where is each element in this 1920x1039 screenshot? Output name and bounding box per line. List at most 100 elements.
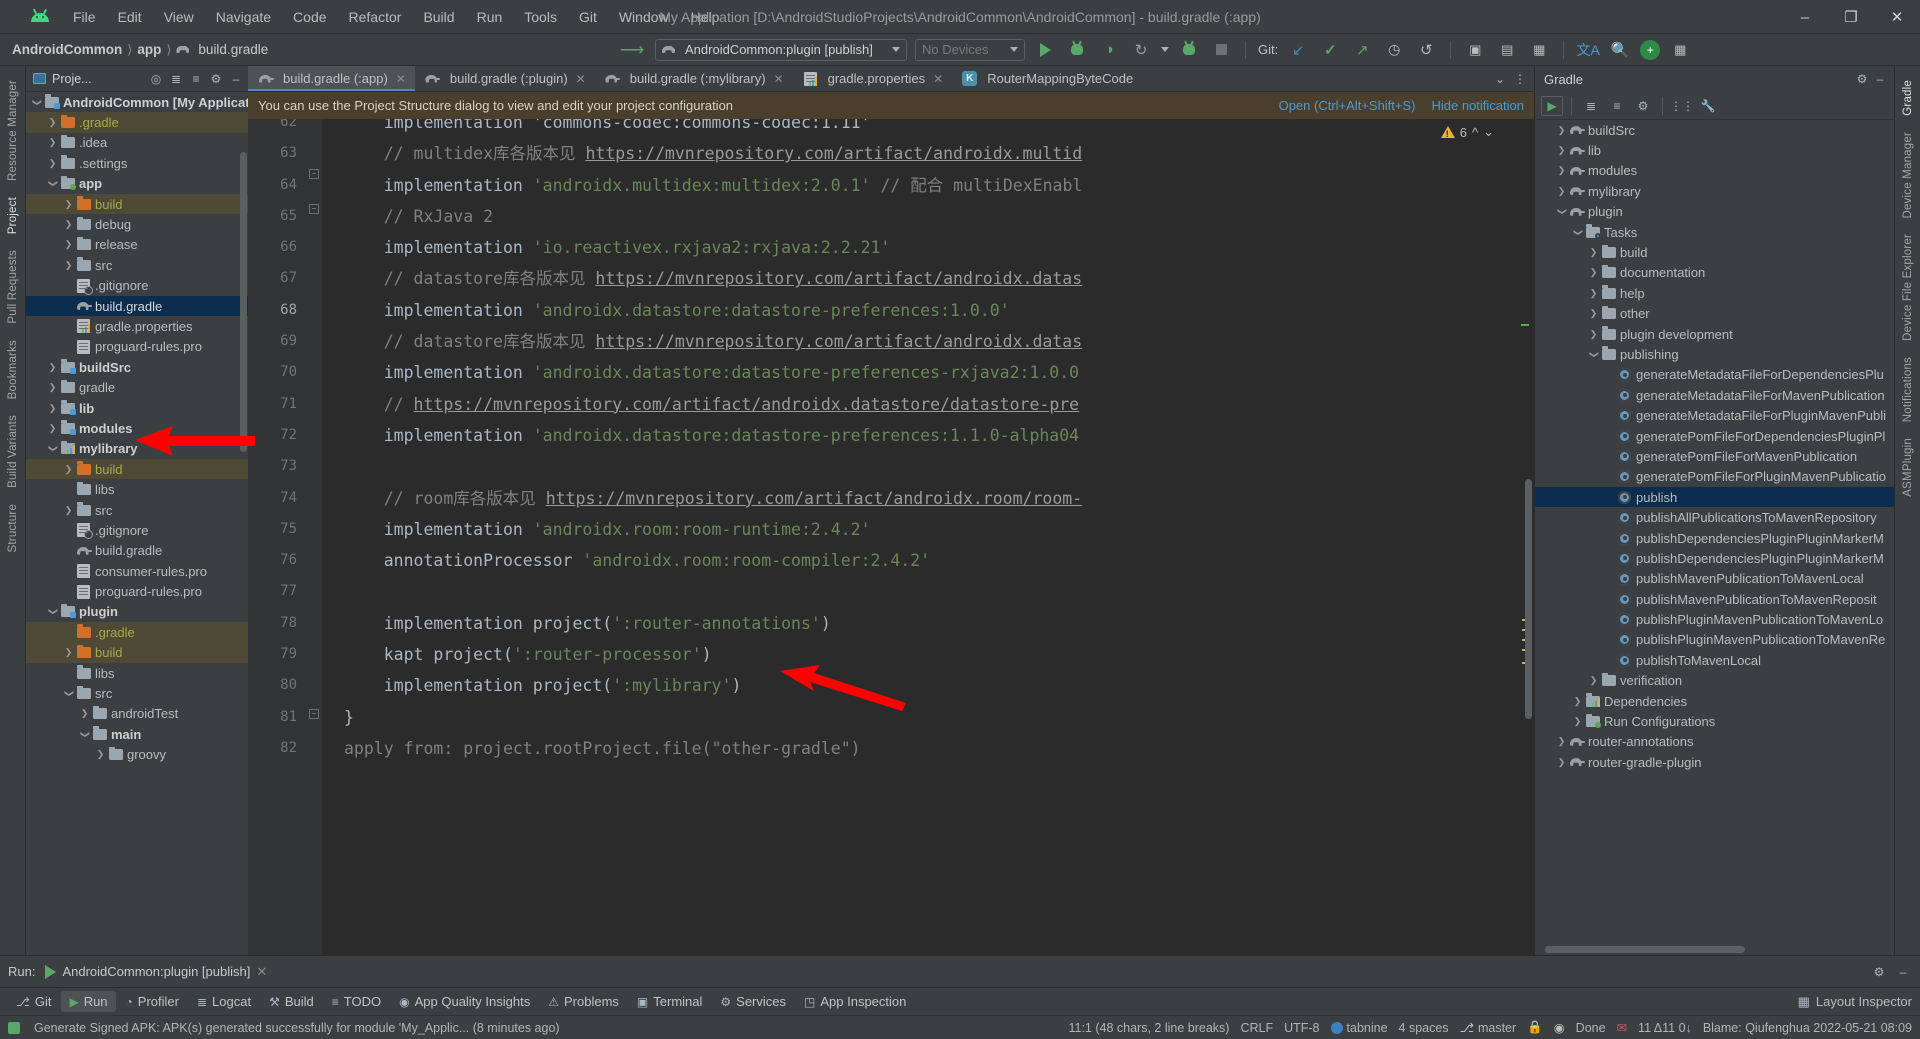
close-tab-icon[interactable]: ✕ (396, 72, 406, 86)
gradle-tree-row[interactable]: mylibrary (1535, 181, 1894, 201)
chevron-right-icon[interactable] (62, 239, 75, 250)
code-line[interactable]: implementation project(':router-annotati… (322, 608, 1534, 639)
project-tree[interactable]: AndroidCommon [My Applicat .gradle .idea .s… (26, 92, 248, 955)
chevron-down-icon[interactable] (1555, 206, 1568, 217)
gradle-tree-row[interactable]: plugin (1535, 202, 1894, 222)
maximize-button[interactable]: ❐ (1828, 0, 1874, 34)
rail-build-variants[interactable]: Build Variants (7, 407, 19, 496)
gradle-tree-row[interactable]: Tasks (1535, 222, 1894, 242)
tool-window-button-git[interactable]: ⎇ Git (8, 991, 59, 1012)
gradle-tree-row[interactable]: generateMetadataFileForPluginMavenPubli (1535, 405, 1894, 425)
tree-row[interactable]: gradle (26, 377, 248, 397)
settings-icon[interactable]: ⚙ (207, 70, 225, 88)
tool-window-button-logcat[interactable]: ≣ Logcat (189, 991, 259, 1012)
minimize-button[interactable]: – (1782, 0, 1828, 34)
menu-file[interactable]: File (62, 5, 107, 29)
collapse-all-icon[interactable]: ≡ (187, 70, 205, 88)
editor-tab[interactable]: build.gradle (:mylibrary) ✕ (595, 66, 793, 91)
chevron-right-icon[interactable] (62, 505, 75, 516)
run-button[interactable] (1033, 38, 1057, 62)
rail-asmplugin[interactable]: ASMPlugin (1902, 430, 1914, 505)
code-line[interactable] (322, 576, 1534, 607)
chevron-right-icon[interactable] (1555, 165, 1568, 176)
tool-window-button-services[interactable]: ⚙ Services (712, 991, 794, 1012)
code-line[interactable]: implementation 'androidx.datastore:datas… (322, 357, 1534, 388)
next-problem-icon[interactable]: ⌄ (1483, 124, 1494, 140)
chevron-right-icon[interactable] (46, 137, 59, 148)
settings-icon[interactable]: ⚙ (1870, 963, 1888, 981)
code-line[interactable]: // multidex库各版本见 https://mvnrepository.c… (322, 138, 1534, 169)
rail-structure[interactable]: Structure (7, 496, 19, 560)
chevron-down-icon[interactable] (30, 97, 43, 108)
tree-row[interactable]: .gradle (26, 112, 248, 133)
prev-problem-icon[interactable]: ^ (1472, 125, 1478, 140)
gradle-tree-row[interactable]: generateMetadataFileForMavenPublication (1535, 385, 1894, 405)
gradle-task-tree[interactable]: buildSrc lib modules mylibrary plugin Tasks bu… (1535, 120, 1894, 944)
attach-debugger-button[interactable] (1177, 38, 1201, 62)
hide-icon[interactable]: – (1871, 70, 1889, 88)
rail-project[interactable]: Project (7, 189, 19, 242)
build-tools-icon[interactable]: 🔧 (1697, 96, 1719, 116)
run-configuration-selector[interactable]: AndroidCommon:plugin [publish] (655, 38, 907, 61)
code-editor[interactable]: 62 63 64 65 66 67 68 69 70 71 72 73 74 75 76 77 78 79 80 81… (248, 119, 1534, 955)
menu-run[interactable]: Run (466, 5, 514, 29)
code-line[interactable]: implementation 'androidx.datastore:datas… (322, 295, 1534, 326)
code-folding-column[interactable]: − − − (306, 119, 322, 955)
tree-row[interactable]: build.gradle (26, 541, 248, 561)
tree-row[interactable]: gradle.properties (26, 316, 248, 336)
avatar-icon[interactable]: + (1640, 39, 1661, 60)
history-icon[interactable]: ◷ (1382, 38, 1406, 62)
locate-icon[interactable]: ◎ (147, 70, 165, 88)
code-line[interactable]: implementation 'io.reactivex.rxjava2:rxj… (322, 232, 1534, 263)
inspections-icon[interactable]: ◉ (1554, 1020, 1565, 1035)
rail-pull-requests[interactable]: Pull Requests (7, 242, 19, 332)
chevron-down-icon[interactable] (46, 443, 59, 454)
code-line[interactable]: kapt project(':router-processor') (322, 639, 1534, 670)
gradle-tree-row[interactable]: lib (1535, 140, 1894, 160)
chevron-down-icon[interactable] (1587, 349, 1600, 360)
gradle-tree-row[interactable]: modules (1535, 161, 1894, 181)
tree-row[interactable]: build.gradle (26, 295, 248, 317)
chevron-right-icon[interactable] (1571, 696, 1584, 707)
tree-row[interactable]: proguard-rules.pro (26, 581, 248, 601)
chevron-right-icon[interactable] (62, 199, 75, 210)
chevron-right-icon[interactable] (46, 158, 59, 169)
layout-inspector-button[interactable]: ▦ Layout Inspector (1798, 994, 1912, 1010)
tree-row[interactable]: consumer-rules.pro (26, 561, 248, 581)
tree-row[interactable]: groovy (26, 745, 248, 765)
tree-row[interactable]: src (26, 500, 248, 520)
chevron-right-icon[interactable] (46, 362, 59, 373)
line-separator[interactable]: CRLF (1240, 1021, 1273, 1035)
indent-setting[interactable]: 4 spaces (1399, 1021, 1449, 1035)
code-line[interactable] (322, 451, 1534, 482)
hide-icon[interactable]: – (1894, 963, 1912, 981)
gradle-tree-row[interactable]: Run Configurations (1535, 711, 1894, 731)
menu-build[interactable]: Build (412, 5, 465, 29)
chevron-right-icon[interactable] (1555, 145, 1568, 156)
memory-indicator[interactable]: 11 Δ11 0↓ (1638, 1021, 1692, 1035)
git-branch-widget[interactable]: ⎇ master (1460, 1020, 1517, 1036)
tree-row[interactable]: build (26, 193, 248, 215)
gradle-tree-row[interactable]: plugin development (1535, 324, 1894, 344)
fold-minus-icon[interactable]: − (309, 169, 319, 179)
tree-row[interactable]: .gitignore (26, 276, 248, 296)
chevron-down-icon[interactable] (46, 606, 59, 617)
gradle-tree-row[interactable]: publishMavenPublicationToMavenReposit (1535, 589, 1894, 609)
gradle-tree-row[interactable]: publish (1535, 487, 1894, 508)
gradle-tree-row[interactable]: router-gradle-plugin (1535, 752, 1894, 772)
chevron-right-icon[interactable] (1587, 329, 1600, 340)
gradle-tree-row[interactable]: buildSrc (1535, 120, 1894, 140)
code-line[interactable]: implementation 'androidx.room:room-runti… (322, 514, 1534, 545)
chevron-right-icon[interactable] (1587, 308, 1600, 319)
chevron-right-icon[interactable] (1587, 247, 1600, 258)
chevron-right-icon[interactable] (94, 749, 107, 760)
tree-row[interactable]: libs (26, 479, 248, 499)
tree-row[interactable]: app (26, 174, 248, 194)
gradle-scrollbar-thumb[interactable] (1545, 946, 1745, 953)
tree-row[interactable]: buildSrc (26, 357, 248, 377)
chevron-right-icon[interactable] (1555, 757, 1568, 768)
tree-row[interactable]: plugin (26, 602, 248, 622)
tool-window-button-problems[interactable]: ⚠ Problems (540, 991, 627, 1012)
tree-row[interactable]: lib (26, 398, 248, 418)
code-line[interactable]: apply from: project.rootProject.file("ot… (322, 733, 1534, 764)
